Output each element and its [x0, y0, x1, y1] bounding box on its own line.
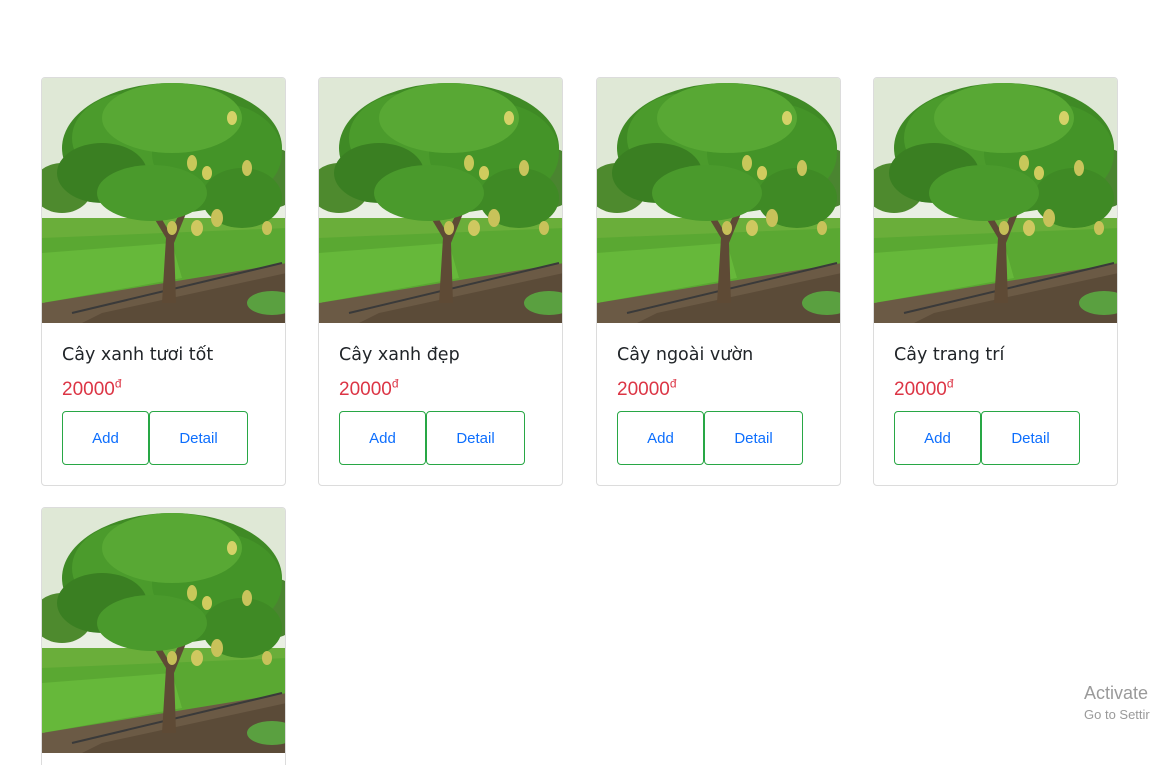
add-button[interactable]: Add — [339, 411, 426, 465]
price-value: 20000 — [339, 379, 392, 400]
product-price: 20000đ — [62, 376, 265, 401]
watermark-subtitle: Go to Settir — [1084, 707, 1150, 722]
product-card: Cây ngoài vườn 20000đ Add Detail — [596, 77, 841, 486]
product-grid-page: Cây xanh tươi tốt 20000đ Add Detail Cây … — [0, 0, 1160, 765]
card-body: Cây xanh tươi tốt 20000đ Add Detail — [42, 323, 285, 485]
card-body: Cây ngoài vườn 20000đ Add Detail — [597, 323, 840, 485]
card-actions: Add Detail — [62, 411, 265, 465]
price-value: 20000 — [894, 379, 947, 400]
add-button[interactable]: Add — [617, 411, 704, 465]
product-name: Cây trang trí — [894, 345, 1005, 365]
currency-symbol: đ — [391, 376, 399, 391]
detail-button[interactable]: Detail — [704, 411, 803, 465]
product-name: Cây xanh đẹp — [339, 345, 460, 365]
product-card: Cây xanh đẹp 20000đ Add Detail — [318, 77, 563, 486]
card-body: Cây trang trí 20000đ Add Detail — [874, 323, 1117, 485]
product-image[interactable] — [597, 78, 841, 323]
activate-windows-watermark: Activate Go to Settir — [1084, 682, 1150, 726]
currency-symbol: đ — [669, 376, 677, 391]
watermark-title: Activate — [1084, 683, 1149, 703]
product-card: Cây xanh tươi tốt 20000đ Add Detail — [41, 77, 286, 486]
price-value: 20000 — [617, 379, 670, 400]
product-price: 20000đ — [617, 376, 820, 401]
product-price: 20000đ — [339, 376, 542, 401]
product-card: Cây trang trí 20000đ Add Detail — [873, 77, 1118, 486]
currency-symbol: đ — [946, 376, 954, 391]
product-image[interactable] — [319, 78, 563, 323]
product-image[interactable] — [42, 78, 286, 323]
product-price: 20000đ — [894, 376, 1097, 401]
product-image[interactable] — [874, 78, 1118, 323]
detail-button[interactable]: Detail — [149, 411, 248, 465]
detail-button[interactable]: Detail — [981, 411, 1080, 465]
product-card — [41, 507, 286, 765]
card-actions: Add Detail — [894, 411, 1097, 465]
product-name: Cây ngoài vườn — [617, 345, 754, 365]
card-actions: Add Detail — [617, 411, 820, 465]
currency-symbol: đ — [114, 376, 122, 391]
card-body: Cây xanh đẹp 20000đ Add Detail — [319, 323, 562, 485]
product-name: Cây xanh tươi tốt — [62, 345, 214, 365]
product-image[interactable] — [42, 508, 286, 753]
price-value: 20000 — [62, 379, 115, 400]
add-button[interactable]: Add — [62, 411, 149, 465]
detail-button[interactable]: Detail — [426, 411, 525, 465]
card-actions: Add Detail — [339, 411, 542, 465]
add-button[interactable]: Add — [894, 411, 981, 465]
